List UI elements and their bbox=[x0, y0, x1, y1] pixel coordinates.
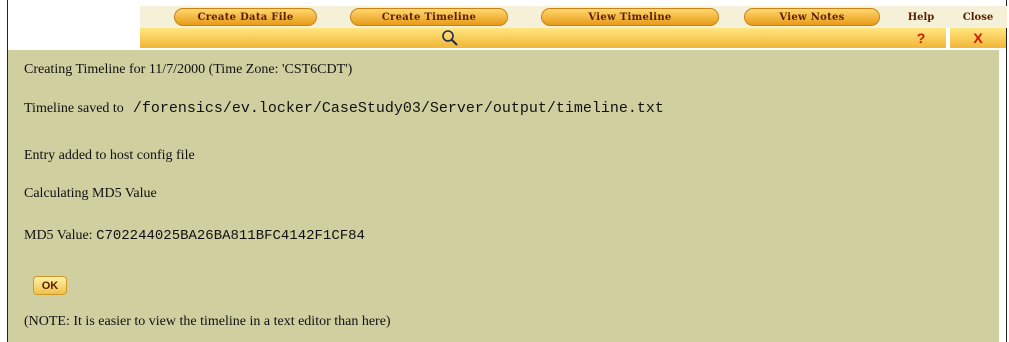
close-icon[interactable]: X bbox=[950, 28, 1006, 48]
timeline-save-line: Timeline saved to /forensics/ev.locker/C… bbox=[24, 100, 664, 117]
ok-button[interactable]: OK bbox=[33, 276, 67, 295]
note-line: (NOTE: It is easier to view the timeline… bbox=[24, 314, 391, 329]
create-timeline-button[interactable]: Create Timeline bbox=[350, 8, 508, 26]
help-button[interactable]: Help bbox=[896, 8, 946, 26]
timeline-status-line: Creating Timeline for 11/7/2000 (Time Zo… bbox=[24, 62, 353, 77]
content-area: Creating Timeline for 11/7/2000 (Time Zo… bbox=[8, 50, 999, 342]
md5-value-line: MD5 Value: C702244025BA26BA811BFC4142F1C… bbox=[24, 228, 365, 244]
md5-calculating-line: Calculating MD5 Value bbox=[24, 186, 157, 201]
help-icon[interactable]: ? bbox=[896, 28, 946, 48]
close-button[interactable]: Close bbox=[950, 8, 1006, 26]
md5-value-label: MD5 Value: bbox=[24, 228, 97, 243]
search-icon[interactable] bbox=[441, 30, 459, 46]
timeline-file-path: /forensics/ev.locker/CaseStudy03/Server/… bbox=[123, 100, 664, 117]
create-data-file-button[interactable]: Create Data File bbox=[174, 8, 317, 26]
toolbar: Create Data File Create Timeline View Ti… bbox=[8, 6, 1007, 48]
timeline-save-prefix: Timeline saved to bbox=[24, 101, 124, 116]
md5-value: C702244025BA26BA811BFC4142F1CF84 bbox=[96, 228, 365, 244]
toolbar-bottom-bar bbox=[140, 28, 899, 48]
view-timeline-button[interactable]: View Timeline bbox=[541, 8, 719, 26]
view-notes-button[interactable]: View Notes bbox=[744, 8, 880, 26]
host-config-line: Entry added to host config file bbox=[24, 148, 195, 163]
